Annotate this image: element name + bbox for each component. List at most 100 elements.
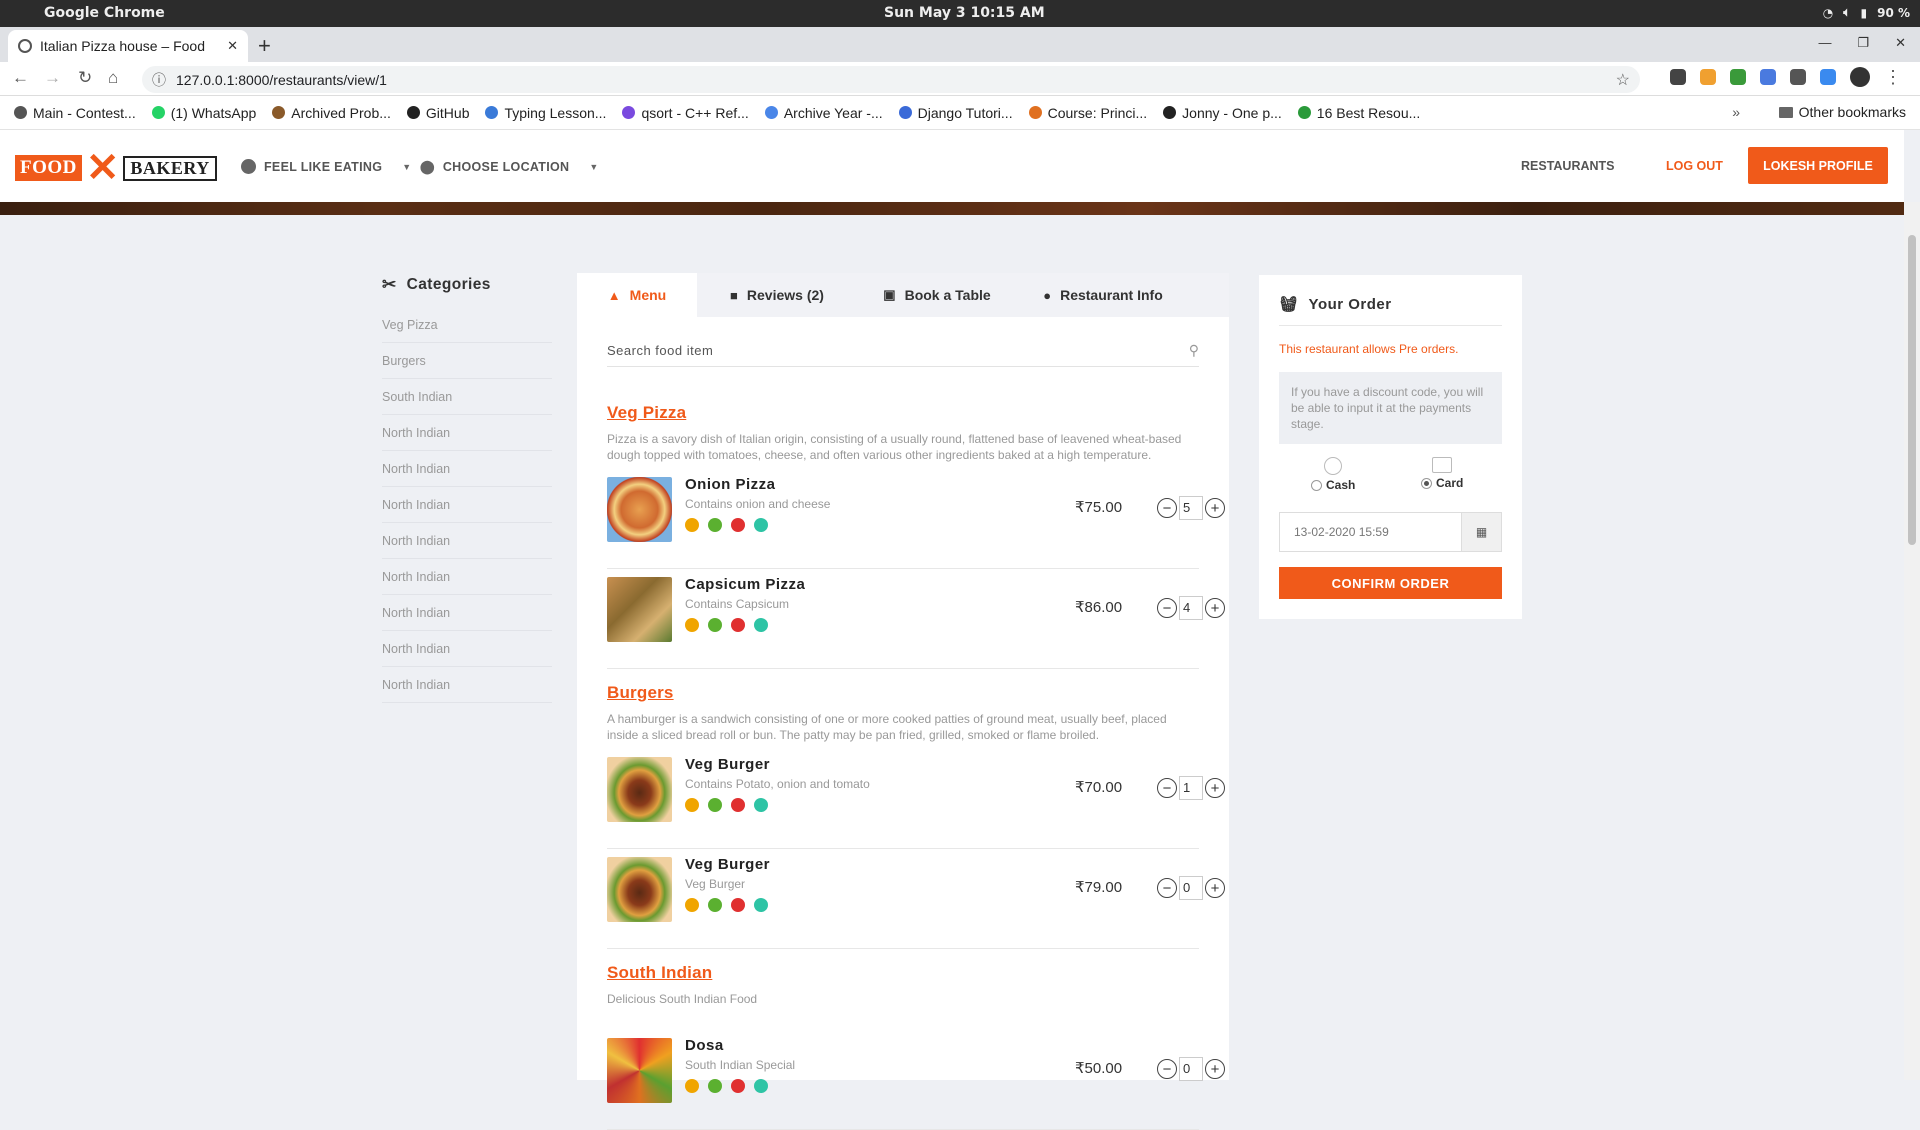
category-item[interactable]: North Indian (382, 487, 552, 523)
datetime-value[interactable]: 13-02-2020 15:59 (1280, 513, 1461, 551)
increase-quantity-button[interactable]: + (1205, 598, 1225, 618)
decrease-quantity-button[interactable]: − (1157, 1059, 1177, 1079)
logout-link[interactable]: LOG OUT (1666, 159, 1723, 173)
category-item[interactable]: North Indian (382, 595, 552, 631)
minimize-icon[interactable]: — (1818, 35, 1831, 51)
tab-reviews[interactable]: ■ Reviews (2) (697, 273, 857, 317)
bookmark-item[interactable]: 16 Best Resou... (1297, 104, 1421, 121)
tab-book-table[interactable]: ▣ Book a Table (857, 273, 1017, 317)
volume-icon[interactable]: 🔈︎ (1843, 5, 1850, 20)
category-item[interactable]: North Indian (382, 523, 552, 559)
forward-arrow-icon[interactable]: → (44, 68, 61, 88)
cash-radio[interactable] (1311, 479, 1322, 491)
section-title[interactable]: Burgers (607, 683, 1199, 703)
decrease-quantity-button[interactable]: − (1157, 498, 1177, 518)
battery-icon[interactable]: ▮ (1860, 6, 1867, 20)
scrollbar-thumb[interactable] (1908, 235, 1916, 545)
more-bookmarks-icon[interactable]: » (1732, 104, 1740, 120)
section-title[interactable]: South Indian (607, 963, 1199, 983)
extension-eyedropper-icon[interactable] (1670, 69, 1686, 85)
address-bar[interactable]: ⓘ 127.0.0.1:8000/restaurants/view/1 ☆ (142, 66, 1640, 93)
calendar-icon[interactable]: ▦ (1461, 513, 1501, 551)
quantity-field[interactable]: 0 (1179, 876, 1203, 900)
bookmark-item[interactable]: Archived Prob... (272, 105, 391, 121)
bookmark-item[interactable]: (1) WhatsApp (151, 105, 256, 121)
divider (1279, 325, 1502, 326)
profile-avatar[interactable] (1850, 67, 1870, 87)
increase-quantity-button[interactable]: + (1205, 498, 1225, 518)
tab-restaurant-info[interactable]: ● Restaurant Info (1017, 273, 1189, 317)
food-search-input[interactable] (607, 343, 1147, 358)
category-item[interactable]: North Indian (382, 631, 552, 667)
back-arrow-icon[interactable]: ← (12, 68, 29, 88)
feel-like-eating-dropdown[interactable]: FEEL LIKE EATING ▼ (241, 159, 411, 174)
category-item[interactable]: North Indian (382, 667, 552, 703)
system-clock[interactable]: Sun May 3 10:15 AM (884, 5, 1045, 21)
bookmark-item[interactable]: Course: Princi... (1028, 105, 1147, 121)
search-icon[interactable]: ⚲ (1189, 342, 1199, 359)
menu-item: Capsicum Pizza Contains Capsicum ₹86.00 −4 + (607, 569, 1225, 669)
decrease-quantity-button[interactable]: − (1157, 778, 1177, 798)
quantity-field[interactable]: 1 (1179, 776, 1203, 800)
category-item[interactable]: Burgers (382, 343, 552, 379)
decrease-quantity-button[interactable]: − (1157, 878, 1177, 898)
restaurants-link[interactable]: RESTAURANTS (1521, 159, 1615, 173)
profile-button[interactable]: LOKESH PROFILE (1748, 147, 1888, 184)
decrease-quantity-button[interactable]: − (1157, 598, 1177, 618)
bookmark-favicon-icon (764, 106, 778, 119)
tab-menu[interactable]: ▲ Menu (577, 273, 697, 317)
quantity-field[interactable]: 0 (1179, 1057, 1203, 1081)
category-item[interactable]: North Indian (382, 559, 552, 595)
restore-icon[interactable]: ❐ (1857, 35, 1869, 51)
bookmark-item[interactable]: Main - Contest... (14, 105, 136, 121)
quantity-field[interactable]: 5 (1179, 496, 1203, 520)
close-tab-icon[interactable]: ✕ (227, 38, 238, 54)
bookmark-item[interactable]: Typing Lesson... (485, 105, 606, 121)
hand-icon (685, 518, 699, 532)
increase-quantity-button[interactable]: + (1205, 1059, 1225, 1079)
site-info-icon[interactable]: ⓘ (152, 70, 166, 90)
home-icon[interactable]: ⌂ (108, 68, 118, 88)
system-tray[interactable]: ◔ 🔈︎ ▮ 90 % (1823, 5, 1910, 20)
extension-check-icon[interactable] (1820, 69, 1836, 85)
bookmark-item[interactable]: Django Tutori... (898, 105, 1013, 121)
browser-tab[interactable]: Italian Pizza house – Food ✕ (8, 30, 248, 62)
section-description: Delicious South Indian Food (607, 992, 758, 1006)
hand-icon (685, 798, 699, 812)
bookmark-item[interactable]: GitHub (406, 105, 469, 121)
category-item[interactable]: North Indian (382, 415, 552, 451)
battery-level: 90 % (1877, 5, 1910, 20)
confirm-order-button[interactable]: CONFIRM ORDER (1279, 567, 1502, 599)
window-controls: — ❐ ✕ (1818, 35, 1906, 51)
browser-menu-icon[interactable]: ⋮ (1884, 67, 1902, 88)
bookmark-label: 16 Best Resou... (1316, 104, 1421, 121)
extension-shield-icon[interactable] (1790, 69, 1806, 85)
category-item[interactable]: North Indian (382, 451, 552, 487)
new-tab-icon[interactable]: + (258, 33, 271, 59)
extension-cookie-icon[interactable] (1700, 69, 1716, 85)
payment-option-cash[interactable]: Cash (1311, 457, 1355, 492)
quantity-field[interactable]: 4 (1179, 596, 1203, 620)
item-tags (685, 1079, 768, 1093)
order-datetime-picker[interactable]: 13-02-2020 15:59 ▦ (1279, 512, 1502, 552)
wifi-icon[interactable]: ◔ (1823, 6, 1833, 20)
card-radio[interactable] (1421, 477, 1432, 489)
increase-quantity-button[interactable]: + (1205, 778, 1225, 798)
section-title[interactable]: Veg Pizza (607, 403, 1199, 423)
close-window-icon[interactable]: ✕ (1895, 35, 1906, 51)
reload-icon[interactable]: ↻ (78, 68, 92, 88)
bookmark-item[interactable]: Archive Year -... (764, 105, 883, 121)
extension-globe-icon[interactable] (1730, 69, 1746, 85)
bookmark-star-icon[interactable]: ☆ (1616, 70, 1630, 90)
extension-translate-icon[interactable] (1760, 69, 1776, 85)
site-logo[interactable]: FOOD ✕ BAKERY (15, 146, 217, 190)
page-scrollbar[interactable] (1904, 202, 1920, 1080)
bookmark-item[interactable]: Jonny - One p... (1163, 105, 1282, 121)
payment-option-card[interactable]: Card (1421, 457, 1463, 490)
category-item[interactable]: Veg Pizza (382, 307, 552, 343)
category-item[interactable]: South Indian (382, 379, 552, 415)
increase-quantity-button[interactable]: + (1205, 878, 1225, 898)
bookmark-item[interactable]: qsort - C++ Ref... (622, 105, 749, 121)
choose-location-dropdown[interactable]: ⬤ CHOOSE LOCATION ▼ (420, 159, 599, 175)
other-bookmarks-folder[interactable]: Other bookmarks (1778, 104, 1906, 120)
